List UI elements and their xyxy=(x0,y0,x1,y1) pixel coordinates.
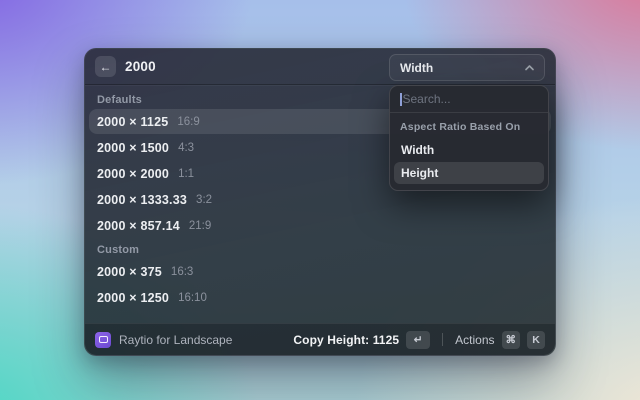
desktop-background: ← 2000 Width Defaults 2000 × 1125 16:9 2… xyxy=(0,0,640,400)
popup-menu-item[interactable]: Height xyxy=(394,162,544,184)
enter-key-badge: ↵ xyxy=(406,331,430,349)
list-item[interactable]: 2000 × 375 16:3 xyxy=(89,259,551,284)
popup-item-list: WidthHeight xyxy=(390,139,548,184)
dropdown-popup: Search... Aspect Ratio Based On WidthHei… xyxy=(389,85,549,191)
list-item-size: 2000 × 375 xyxy=(97,265,162,279)
app-name: Raytio for Landscape xyxy=(119,333,232,347)
raytio-app-icon xyxy=(95,332,111,348)
list-item-ratio: 1:1 xyxy=(178,168,194,180)
list-item-size: 2000 × 1250 xyxy=(97,291,169,305)
list-item-ratio: 16:10 xyxy=(178,292,207,304)
list-item-ratio: 3:2 xyxy=(196,194,212,206)
k-key-badge: K xyxy=(527,331,545,349)
back-button[interactable]: ← xyxy=(95,56,116,77)
list-item-size: 2000 × 1500 xyxy=(97,141,169,155)
footer-actions: Copy Height: 1125 ↵ Actions ⌘ K xyxy=(293,331,545,349)
list-item[interactable]: 2000 × 1250 16:10 xyxy=(89,285,551,310)
page-title: 2000 xyxy=(125,59,156,74)
list-item-ratio: 21:9 xyxy=(189,220,211,232)
list-item-ratio: 16:9 xyxy=(177,116,199,128)
footer-bar: Raytio for Landscape Copy Height: 1125 ↵… xyxy=(85,323,555,355)
primary-action-label[interactable]: Copy Height: 1125 xyxy=(293,333,399,347)
list-item-ratio: 16:3 xyxy=(171,266,193,278)
list-item-ratio: 4:3 xyxy=(178,142,194,154)
popup-menu-item[interactable]: Width xyxy=(394,139,544,161)
section-header: Custom xyxy=(89,239,551,258)
frame-icon xyxy=(99,336,108,343)
command-key-badge: ⌘ xyxy=(502,331,521,349)
list-item[interactable]: 2000 × 857.14 21:9 xyxy=(89,213,551,238)
chevron-up-icon xyxy=(525,65,534,71)
list-item-size: 2000 × 1333.33 xyxy=(97,193,187,207)
actions-button[interactable]: Actions xyxy=(455,333,494,347)
footer-divider xyxy=(442,333,443,346)
raycast-window: ← 2000 Width Defaults 2000 × 1125 16:9 2… xyxy=(84,48,556,356)
text-caret xyxy=(400,93,402,106)
list-item-size: 2000 × 1125 xyxy=(97,115,168,129)
dropdown-value: Width xyxy=(400,61,433,75)
search-placeholder: Search... xyxy=(403,92,451,106)
footer-app-info: Raytio for Landscape xyxy=(95,332,232,348)
popup-search-input[interactable]: Search... xyxy=(390,86,548,113)
window-header: ← 2000 Width xyxy=(85,49,555,85)
arrow-left-icon: ← xyxy=(100,61,112,73)
aspect-ratio-dropdown[interactable]: Width xyxy=(389,54,545,81)
list-item-size: 2000 × 2000 xyxy=(97,167,169,181)
list-item-size: 2000 × 857.14 xyxy=(97,219,180,233)
popup-section-title: Aspect Ratio Based On xyxy=(390,113,548,138)
